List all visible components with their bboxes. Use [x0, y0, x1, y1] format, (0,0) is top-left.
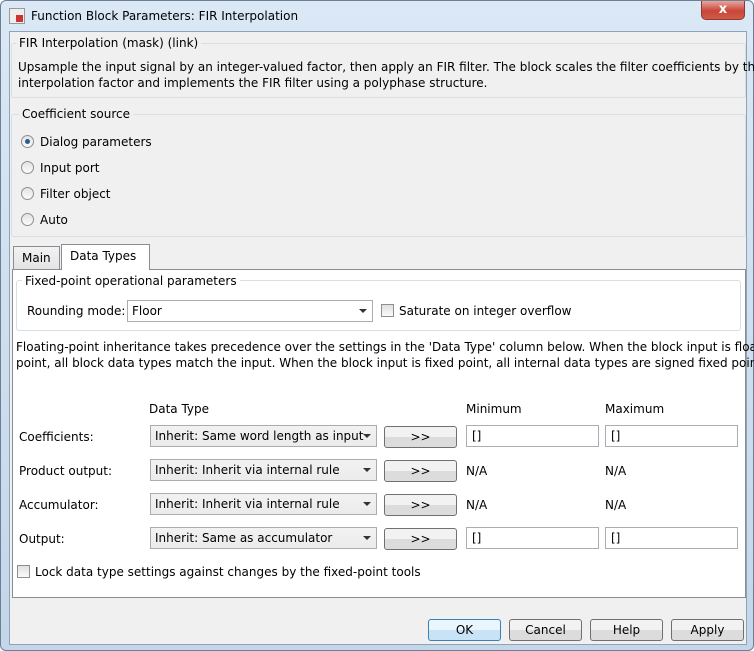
chevron-down-icon	[363, 434, 371, 438]
dialog-client: FIR Interpolation (mask) (link) Upsample…	[9, 31, 754, 645]
lock-data-type-checkbox[interactable]	[17, 565, 30, 578]
radio-input-port[interactable]	[21, 161, 34, 174]
radio-label-filter-object[interactable]: Filter object	[40, 187, 111, 201]
help-button[interactable]: Help	[590, 619, 663, 641]
accumulator-data-type-value: Inherit: Inherit via internal rule	[155, 497, 340, 511]
radio-dialog-parameters[interactable]	[21, 135, 34, 148]
saturate-label[interactable]: Saturate on integer overflow	[399, 304, 571, 318]
radio-label-dialog-parameters[interactable]: Dialog parameters	[40, 135, 152, 149]
product-output-data-type-value: Inherit: Inherit via internal rule	[155, 463, 340, 477]
saturate-checkbox[interactable]	[381, 304, 394, 317]
coefficient-source-group	[11, 114, 746, 237]
coefficients-data-type-value: Inherit: Same word length as input	[155, 429, 364, 443]
output-maximum-input[interactable]: []	[605, 527, 738, 549]
row-label-accumulator: Accumulator:	[19, 498, 99, 512]
coefficients-assistant-button[interactable]: >>	[384, 426, 457, 448]
accumulator-minimum: N/A	[466, 498, 488, 512]
ok-button[interactable]: OK	[428, 619, 501, 641]
coefficients-maximum-input[interactable]: []	[605, 425, 738, 447]
header-maximum: Maximum	[605, 402, 665, 416]
fixed-point-title: Fixed-point operational parameters	[22, 274, 240, 288]
row-label-product-output: Product output:	[19, 464, 112, 478]
chevron-down-icon	[363, 536, 371, 540]
mask-title: FIR Interpolation (mask) (link)	[16, 36, 202, 50]
accumulator-maximum: N/A	[605, 498, 627, 512]
radio-auto[interactable]	[21, 213, 34, 226]
info-line-2: point, all block data types match the in…	[16, 356, 754, 370]
lock-data-type-label[interactable]: Lock data type settings against changes …	[35, 565, 421, 579]
header-minimum: Minimum	[466, 402, 522, 416]
row-label-output: Output:	[19, 532, 65, 546]
product-output-maximum: N/A	[605, 464, 627, 478]
apply-button[interactable]: Apply	[671, 619, 744, 641]
output-data-type-select[interactable]: Inherit: Same as accumulator	[150, 527, 377, 549]
chevron-down-icon	[363, 468, 371, 472]
accumulator-assistant-button[interactable]: >>	[384, 494, 457, 516]
simulink-app-icon	[9, 8, 25, 24]
accumulator-data-type-select[interactable]: Inherit: Inherit via internal rule	[150, 493, 377, 515]
output-assistant-button[interactable]: >>	[384, 528, 457, 550]
cancel-button[interactable]: Cancel	[509, 619, 582, 641]
dialog-window: Function Block Parameters: FIR Interpola…	[0, 0, 754, 651]
product-output-minimum: N/A	[466, 464, 488, 478]
coefficients-minimum-input[interactable]: []	[466, 425, 599, 447]
row-label-coefficients: Coefficients:	[19, 430, 94, 444]
data-types-panel: Fixed-point operational parameters Round…	[12, 269, 754, 598]
radio-filter-object[interactable]	[21, 187, 34, 200]
product-output-assistant-button[interactable]: >>	[384, 460, 457, 482]
radio-label-auto[interactable]: Auto	[40, 213, 68, 227]
info-line-1: Floating-point inheritance takes precede…	[16, 340, 754, 354]
product-output-data-type-select[interactable]: Inherit: Inherit via internal rule	[150, 459, 377, 481]
tab-main[interactable]: Main	[13, 246, 60, 270]
chevron-down-icon	[363, 502, 371, 506]
output-data-type-value: Inherit: Same as accumulator	[155, 531, 333, 545]
header-data-type: Data Type	[149, 402, 210, 416]
rounding-mode-value: Floor	[132, 304, 162, 318]
output-minimum-input[interactable]: []	[466, 527, 599, 549]
coefficient-source-title: Coefficient source	[19, 107, 133, 121]
tab-data-types[interactable]: Data Types	[61, 244, 150, 270]
rounding-mode-select[interactable]: Floor	[127, 300, 373, 322]
close-button[interactable]: x	[701, 1, 745, 20]
coefficients-data-type-select[interactable]: Inherit: Same word length as input	[150, 425, 377, 447]
description-line-1: Upsample the input signal by an integer-…	[18, 60, 754, 74]
rounding-mode-label: Rounding mode:	[27, 304, 126, 318]
description-line-2: interpolation factor and implements the …	[18, 76, 488, 90]
window-title: Function Block Parameters: FIR Interpola…	[31, 9, 299, 23]
chevron-down-icon	[359, 309, 367, 313]
radio-label-input-port[interactable]: Input port	[40, 161, 99, 175]
